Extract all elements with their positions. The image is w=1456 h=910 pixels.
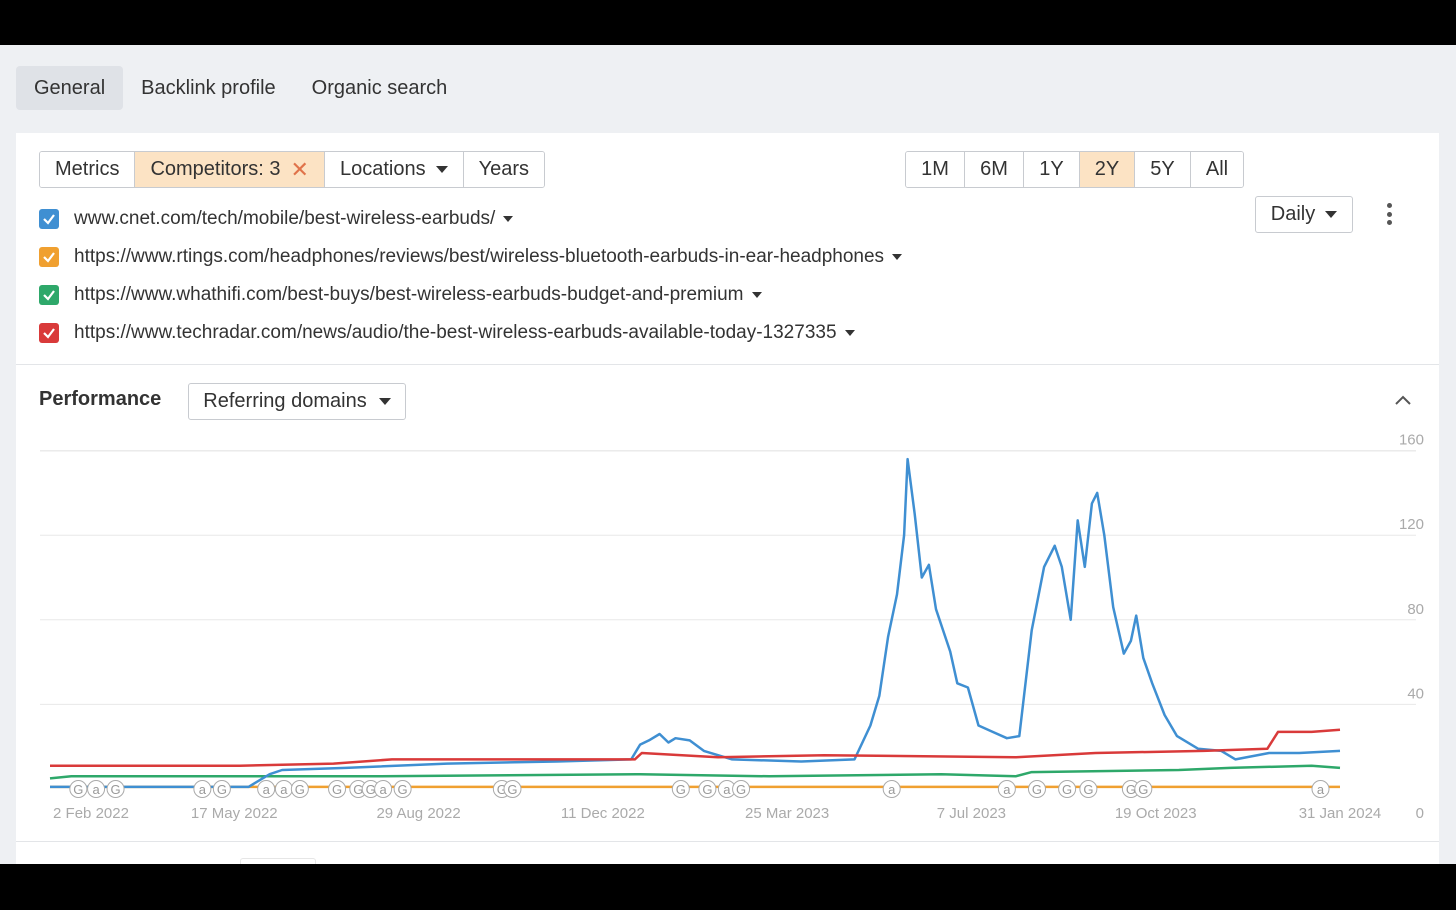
y-tick-label: 160 — [1399, 432, 1424, 449]
ahrefs-update-marker: a — [87, 780, 106, 798]
google-update-marker: G — [212, 780, 231, 798]
marker-label: a — [380, 782, 388, 797]
google-update-marker: G — [1079, 780, 1098, 798]
x-tick-label: 7 Jul 2023 — [937, 805, 1006, 822]
google-update-marker: G — [1058, 780, 1077, 798]
google-update-marker: G — [1027, 780, 1046, 798]
x-tick-label: 25 Mar 2023 — [745, 805, 829, 822]
x-tick-label: 11 Dec 2022 — [561, 805, 645, 822]
tab-general[interactable]: General — [16, 66, 124, 110]
marker-label: a — [92, 782, 100, 797]
marker-label: G — [332, 782, 342, 797]
marker-label: G — [111, 782, 121, 797]
google-update-marker: G — [671, 780, 690, 798]
y-tick-label: 40 — [1407, 685, 1424, 702]
series-line — [49, 764, 1341, 780]
ahrefs-update-marker: a — [1311, 780, 1330, 798]
page: General Backlink profile Organic search … — [0, 45, 1456, 868]
google-update-marker: G — [1134, 780, 1153, 798]
series-line — [50, 457, 1341, 789]
ahrefs-update-marker: a — [257, 780, 276, 798]
marker-label: a — [888, 782, 896, 797]
tab-organic-search[interactable]: Organic search — [294, 66, 466, 110]
marker-label: G — [1138, 782, 1148, 797]
tab-bar: General Backlink profile Organic search — [16, 66, 465, 110]
ahrefs-update-marker: a — [274, 780, 293, 798]
google-update-marker: G — [503, 780, 522, 798]
marker-label: G — [1032, 782, 1042, 797]
marker-label: a — [1003, 782, 1011, 797]
performance-chart: 0 40 80 120 160 2 Feb 2022 17 May 2022 29 Aug 2… — [40, 432, 1424, 822]
x-tick-label: 29 Aug 2022 — [376, 805, 460, 822]
x-tick-label: 2 Feb 2022 — [53, 805, 129, 822]
google-update-marker: G — [393, 780, 412, 798]
x-tick-label: 17 May 2022 — [191, 805, 278, 822]
ahrefs-update-marker: a — [882, 780, 901, 798]
marker-label: G — [1083, 782, 1093, 797]
series-line — [50, 728, 1341, 767]
google-update-marker: G — [732, 780, 751, 798]
marker-label: G — [398, 782, 408, 797]
marker-label: a — [723, 782, 731, 797]
tab-backlink-profile[interactable]: Backlink profile — [123, 66, 294, 110]
ahrefs-update-marker: a — [374, 780, 393, 798]
google-update-marker: G — [290, 780, 309, 798]
marker-label: G — [295, 782, 305, 797]
overview-card: Metrics Competitors: 3 ✕ Locations Years… — [16, 133, 1439, 868]
google-update-marker: G — [328, 780, 347, 798]
marker-label: a — [263, 782, 271, 797]
y-tick-label: 0 — [1416, 805, 1424, 822]
bottom-letterbox — [0, 864, 1456, 910]
marker-label: G — [736, 782, 746, 797]
marker-label: a — [1317, 782, 1325, 797]
top-letterbox — [0, 0, 1456, 45]
google-update-marker: G — [69, 780, 88, 798]
y-tick-label: 120 — [1399, 516, 1424, 533]
divider — [16, 841, 1439, 842]
ahrefs-update-marker: a — [193, 780, 212, 798]
marker-label: G — [217, 782, 227, 797]
x-tick-label: 19 Oct 2023 — [1115, 805, 1197, 822]
marker-label: G — [702, 782, 712, 797]
y-tick-label: 80 — [1407, 601, 1424, 618]
marker-label: G — [73, 782, 83, 797]
marker-label: G — [676, 782, 686, 797]
marker-label: G — [1062, 782, 1072, 797]
google-update-marker: G — [698, 780, 717, 798]
marker-label: G — [507, 782, 517, 797]
ahrefs-update-marker: a — [997, 780, 1016, 798]
x-tick-label: 31 Jan 2024 — [1299, 805, 1382, 822]
google-update-marker: G — [106, 780, 125, 798]
marker-label: a — [199, 782, 207, 797]
marker-label: a — [280, 782, 288, 797]
